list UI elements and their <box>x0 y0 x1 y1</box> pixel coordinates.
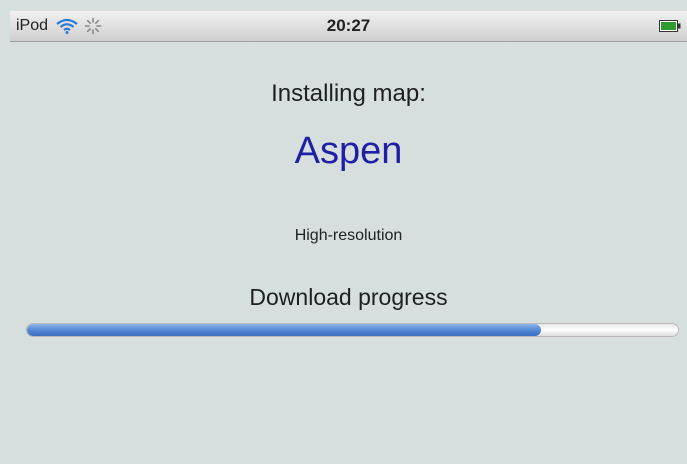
activity-spinner-icon <box>84 17 102 35</box>
status-time: 20:27 <box>326 16 371 35</box>
carrier-label: iPod <box>16 17 49 34</box>
wifi-icon <box>56 18 78 34</box>
download-progress-bar <box>26 323 679 337</box>
download-progress-label: Download progress <box>249 284 448 310</box>
resolution-label: High-resolution <box>294 227 403 244</box>
install-heading: Installing map: <box>271 80 426 107</box>
battery-icon <box>659 20 681 32</box>
device-screen: iPod 20:27 Installing map: Aspen High-re… <box>0 0 687 464</box>
download-progress-fill <box>27 324 542 336</box>
install-panel: Installing map: Aspen High-resolution Do… <box>10 42 687 464</box>
status-bar: iPod 20:27 <box>10 11 687 42</box>
map-name: Aspen <box>294 130 403 172</box>
